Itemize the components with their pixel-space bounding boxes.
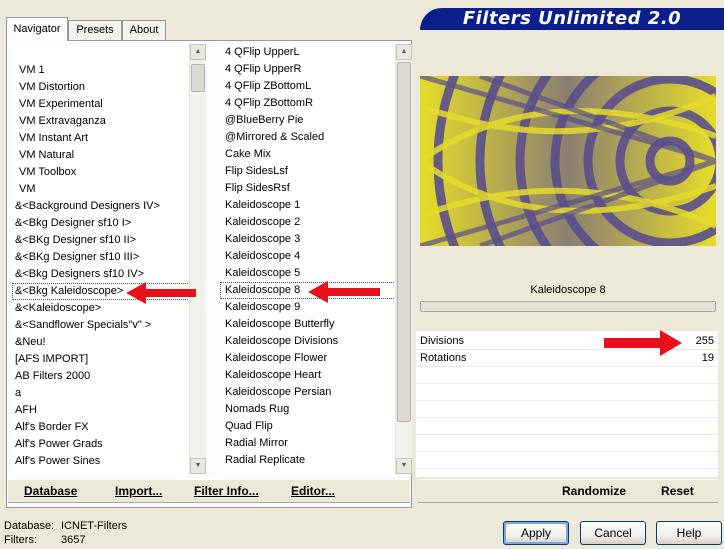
filter-item[interactable]: Flip SidesRsf xyxy=(220,180,396,197)
filter-item[interactable]: @BlueBerry Pie xyxy=(220,112,396,129)
filter-item[interactable]: Kaleidoscope Persian xyxy=(220,384,396,401)
category-item[interactable]: VM Distortion xyxy=(12,79,190,96)
category-item[interactable]: VM Instant Art xyxy=(12,130,190,147)
filter-info-button[interactable]: Filter Info... xyxy=(194,484,259,498)
filter-item[interactable]: Kaleidoscope Divisions xyxy=(220,333,396,350)
category-item[interactable]: &Neu! xyxy=(12,334,190,351)
parameter-row xyxy=(416,418,718,435)
scroll-up-arrow-icon[interactable]: ▲ xyxy=(396,44,412,60)
parameter-value[interactable]: 255 xyxy=(696,335,714,347)
category-item[interactable]: [AFS IMPORT] xyxy=(12,351,190,368)
editor-button[interactable]: Editor... xyxy=(291,484,335,498)
parameter-value[interactable]: 19 xyxy=(702,352,714,364)
category-item[interactable]: &<Sandflower Specials"v" > xyxy=(12,317,190,334)
filter-item[interactable]: @Mirrored & Scaled xyxy=(220,129,396,146)
filter-item[interactable]: Flip SidesLsf xyxy=(220,163,396,180)
parameter-name: Divisions xyxy=(420,335,465,347)
cancel-button[interactable]: Cancel xyxy=(580,521,646,545)
category-item[interactable]: VM Toolbox xyxy=(12,164,190,181)
category-item[interactable]: AB Filters 2000 xyxy=(12,368,190,385)
tab-navigator[interactable]: Navigator xyxy=(6,17,68,41)
red-arrow-icon xyxy=(604,330,682,356)
category-scroll-thumb[interactable] xyxy=(191,64,205,92)
filter-item[interactable]: Cake Mix xyxy=(220,146,396,163)
help-button[interactable]: Help xyxy=(656,521,722,545)
filter-item[interactable]: Kaleidoscope 2 xyxy=(220,214,396,231)
category-item[interactable]: Alf's Power Sines xyxy=(12,453,190,470)
filter-item[interactable]: Nomads Rug xyxy=(220,401,396,418)
category-item[interactable]: &<Background Designers IV> xyxy=(12,198,190,215)
randomize-button[interactable]: Randomize xyxy=(562,484,626,498)
category-item[interactable]: &<BKg Designer sf10 II> xyxy=(12,232,190,249)
import-button[interactable]: Import... xyxy=(115,484,162,498)
preview-slider[interactable] xyxy=(420,301,716,312)
red-arrow-icon xyxy=(308,281,380,303)
category-item[interactable]: Alf's Border FX xyxy=(12,419,190,436)
category-item[interactable]: a xyxy=(12,385,190,402)
database-label: Database: xyxy=(4,520,55,532)
category-item[interactable]: &<Bkg Designer sf10 I> xyxy=(12,215,190,232)
filter-scroll-thumb[interactable] xyxy=(397,62,411,422)
filter-item[interactable]: 4 QFlip UpperR xyxy=(220,61,396,78)
filter-item[interactable]: Quad Flip xyxy=(220,418,396,435)
selected-filter-name: Kaleidoscope 8 xyxy=(420,280,716,300)
category-item[interactable]: VM Extravaganza xyxy=(12,113,190,130)
filter-item[interactable]: Kaleidoscope 3 xyxy=(220,231,396,248)
category-list[interactable]: VM 1 VM Distortion VM Experimental VM Extra… xyxy=(12,44,190,474)
filter-item[interactable]: Kaleidoscope Butterfly xyxy=(220,316,396,333)
filter-item[interactable]: 4 QFlip UpperL xyxy=(220,44,396,61)
apply-button[interactable]: Apply xyxy=(503,521,569,545)
category-item[interactable]: VM xyxy=(12,181,190,198)
parameter-row xyxy=(416,384,718,401)
app-title-banner: Filters Unlimited 2.0 xyxy=(420,8,724,30)
tab-presets[interactable]: Presets xyxy=(68,20,122,40)
parameter-name: Rotations xyxy=(420,352,467,364)
filter-item[interactable]: Kaleidoscope Flower xyxy=(220,350,396,367)
category-item[interactable]: &<BKg Designer sf10 III> xyxy=(12,249,190,266)
filter-item[interactable]: Radial Mirror xyxy=(220,435,396,452)
reset-button[interactable]: Reset xyxy=(661,484,694,498)
filter-item[interactable]: Radial Replicate xyxy=(220,452,396,469)
kaleidoscope-preview-graphic xyxy=(420,76,716,246)
filter-list[interactable]: 4 QFlip UpperL 4 QFlip UpperR 4 QFlip ZBot… xyxy=(220,44,396,474)
filter-scrollbar[interactable]: ▲ ▼ xyxy=(395,44,412,474)
category-item[interactable]: Alf's Power Grads xyxy=(12,436,190,453)
scroll-down-arrow-icon[interactable]: ▼ xyxy=(190,458,206,474)
filter-item[interactable]: 4 QFlip ZBottomL xyxy=(220,78,396,95)
parameter-row xyxy=(416,435,718,452)
filter-item[interactable]: Kaleidoscope Heart xyxy=(220,367,396,384)
filters-count-label: Filters: xyxy=(4,534,37,546)
category-item[interactable]: VM Experimental xyxy=(12,96,190,113)
parameter-row xyxy=(416,367,718,384)
database-button[interactable]: Database xyxy=(24,484,77,498)
category-scrollbar[interactable]: ▲ ▼ xyxy=(189,44,206,474)
category-item[interactable]: AFH xyxy=(12,402,190,419)
red-arrow-icon xyxy=(126,282,196,304)
scroll-down-arrow-icon[interactable]: ▼ xyxy=(396,458,412,474)
parameter-row xyxy=(416,401,718,418)
filter-item[interactable]: Kaleidoscope 1 xyxy=(220,197,396,214)
filter-item[interactable]: Kaleidoscope 4 xyxy=(220,248,396,265)
tab-about[interactable]: About xyxy=(122,20,166,40)
database-value: ICNET-Filters xyxy=(61,520,127,532)
filters-count-value: 3657 xyxy=(61,534,86,546)
filter-preview-image xyxy=(420,76,716,246)
category-item[interactable]: VM Natural xyxy=(12,147,190,164)
parameter-row xyxy=(416,452,718,469)
scroll-up-arrow-icon[interactable]: ▲ xyxy=(190,44,206,60)
filter-item[interactable]: 4 QFlip ZBottomR xyxy=(220,95,396,112)
category-item[interactable]: VM 1 xyxy=(12,62,190,79)
